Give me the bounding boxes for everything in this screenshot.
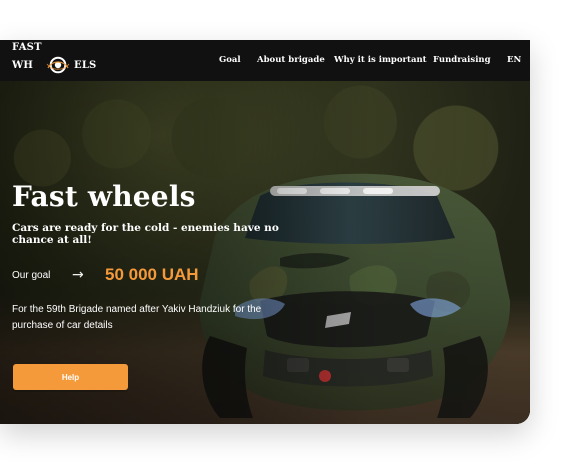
nav-item-why-important[interactable]: Why it is important	[334, 55, 427, 65]
logo-line-2-right: ELS	[74, 60, 97, 71]
hero-card: FAST WH ELS Goal About brigade Why it is…	[0, 40, 530, 424]
nav-item-goal[interactable]: Goal	[219, 55, 241, 65]
hero-subtitle: Cars are ready for the cold - enemies ha…	[12, 222, 279, 246]
arrow-right-icon: →	[72, 267, 84, 283]
nav-item-fundraising[interactable]: Fundraising	[433, 55, 491, 65]
hero-title: Fast wheels	[12, 180, 196, 213]
wheel-icon	[46, 56, 70, 74]
top-navigation: FAST WH ELS Goal About brigade Why it is…	[0, 40, 530, 81]
language-switch[interactable]: EN	[507, 55, 521, 65]
nav-item-about-brigade[interactable]: About brigade	[257, 55, 325, 65]
site-logo[interactable]: FAST WH ELS	[12, 42, 102, 78]
goal-row: Our goal → 50 000 UAH	[12, 265, 272, 288]
goal-label: Our goal	[12, 270, 51, 281]
hero-description: For the 59th Brigade named after Yakiv H…	[12, 304, 262, 331]
help-button[interactable]: Help	[13, 364, 128, 390]
logo-line-2-left: WH	[12, 60, 34, 71]
logo-line-1: FAST	[12, 42, 42, 53]
goal-amount: 50 000 UAH	[105, 265, 199, 284]
